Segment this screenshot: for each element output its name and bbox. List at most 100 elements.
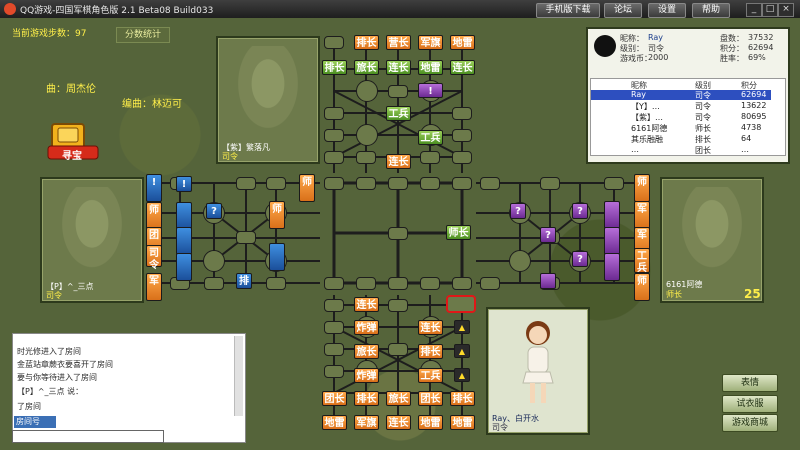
piece-west[interactable]: 军: [146, 273, 162, 301]
station[interactable]: [388, 299, 408, 312]
station[interactable]: [236, 177, 256, 190]
piece-east[interactable]: 师: [634, 273, 650, 301]
piece-north[interactable]: 军旗: [418, 35, 443, 50]
piece-south[interactable]: 地雷: [450, 415, 475, 430]
piece-east[interactable]: [540, 273, 556, 289]
piece-north[interactable]: 连长: [386, 60, 411, 75]
piece-south[interactable]: 旅长: [354, 344, 379, 359]
mobile-download-button[interactable]: 手机版下载: [536, 3, 600, 18]
station[interactable]: [452, 129, 472, 142]
piece-north[interactable]: 连长: [386, 154, 411, 169]
station[interactable]: [356, 151, 376, 164]
station[interactable]: [204, 277, 224, 290]
piece-north[interactable]: !: [418, 83, 443, 98]
piece-west[interactable]: [269, 243, 285, 271]
piece-west[interactable]: 师: [299, 174, 315, 202]
station[interactable]: [324, 36, 344, 49]
station[interactable]: [540, 177, 560, 190]
station[interactable]: [452, 107, 472, 120]
station[interactable]: [420, 151, 440, 164]
piece-center[interactable]: 师长: [446, 225, 471, 240]
piece-west[interactable]: ?: [206, 203, 222, 219]
camp[interactable]: [356, 124, 378, 146]
station[interactable]: [324, 365, 344, 378]
list-row[interactable]: 6161阿德 师长 4738: [591, 123, 771, 133]
station[interactable]: [604, 177, 624, 190]
close-button[interactable]: ×: [778, 3, 794, 17]
station[interactable]: [324, 107, 344, 120]
piece-west[interactable]: 排: [236, 273, 252, 289]
piece-west[interactable]: [176, 253, 192, 281]
station[interactable]: [388, 85, 408, 98]
chat-scrollbar[interactable]: [234, 336, 243, 416]
station[interactable]: [324, 321, 344, 334]
station[interactable]: [324, 151, 344, 164]
piece-south[interactable]: 连长: [386, 415, 411, 430]
piece-south[interactable]: 炸弹: [354, 368, 379, 383]
station[interactable]: [388, 177, 408, 190]
station[interactable]: [388, 277, 408, 290]
game-shop-button[interactable]: 游戏商城: [722, 414, 778, 432]
help-button[interactable]: 帮助: [692, 3, 730, 18]
piece-east[interactable]: ?: [572, 251, 588, 267]
piece-south[interactable]: 排长: [450, 391, 475, 406]
station[interactable]: [324, 299, 344, 312]
piece-west[interactable]: !: [146, 174, 162, 202]
maximize-button[interactable]: □: [762, 3, 778, 17]
forum-button[interactable]: 论坛: [604, 3, 642, 18]
station[interactable]: [324, 129, 344, 142]
station[interactable]: [480, 177, 500, 190]
piece-south[interactable]: 地雷: [418, 415, 443, 430]
piece-north[interactable]: 排长: [322, 60, 347, 75]
station[interactable]: [388, 227, 408, 240]
piece-south[interactable]: 连长: [418, 320, 443, 335]
station[interactable]: [452, 177, 472, 190]
piece-north[interactable]: 工兵: [418, 130, 443, 145]
piece-south[interactable]: 炸弹: [354, 320, 379, 335]
station[interactable]: [324, 343, 344, 356]
piece-east[interactable]: ?: [540, 227, 556, 243]
piece-north[interactable]: 地雷: [450, 35, 475, 50]
station[interactable]: [356, 177, 376, 190]
piece-south[interactable]: 旅长: [386, 391, 411, 406]
station[interactable]: [452, 151, 472, 164]
piece-south[interactable]: 团长: [418, 391, 443, 406]
list-row[interactable]: 【紫】… 司令 80695: [591, 112, 771, 122]
piece-east[interactable]: 师: [634, 174, 650, 202]
piece-south[interactable]: 排长: [354, 391, 379, 406]
station[interactable]: [480, 277, 500, 290]
piece-north[interactable]: 连长: [450, 60, 475, 75]
station[interactable]: [324, 177, 344, 190]
piece-west[interactable]: !: [176, 176, 192, 192]
piece-south[interactable]: 军旗: [354, 415, 379, 430]
station[interactable]: [324, 277, 344, 290]
piece-west[interactable]: 师: [146, 202, 162, 230]
piece-north[interactable]: 工兵: [386, 106, 411, 121]
station[interactable]: [356, 277, 376, 290]
piece-west[interactable]: 司令: [146, 245, 162, 271]
minimize-button[interactable]: _: [746, 3, 762, 17]
piece-east[interactable]: ?: [572, 203, 588, 219]
try-clothes-button[interactable]: 试衣服: [722, 395, 778, 413]
piece-east[interactable]: [604, 253, 620, 281]
treasure-chest-button[interactable]: 寻宝: [46, 118, 106, 163]
station[interactable]: [420, 177, 440, 190]
list-row[interactable]: 【Y】… 司令 13622: [591, 101, 771, 111]
piece-west[interactable]: 师: [269, 201, 285, 229]
chat-input[interactable]: [12, 430, 164, 443]
piece-east[interactable]: [604, 227, 620, 255]
piece-east[interactable]: ?: [510, 203, 526, 219]
piece-south[interactable]: 连长: [354, 297, 379, 312]
list-row[interactable]: 其乐融融 排长 64: [591, 134, 771, 144]
station[interactable]: [452, 277, 472, 290]
camp[interactable]: [509, 250, 531, 272]
station[interactable]: [266, 177, 286, 190]
piece-south[interactable]: 团长: [322, 391, 347, 406]
station[interactable]: [388, 343, 408, 356]
piece-west[interactable]: [176, 227, 192, 255]
selected-station[interactable]: [446, 295, 476, 313]
piece-north[interactable]: 营长: [386, 35, 411, 50]
list-row[interactable]: Ray 司令 62694: [591, 90, 771, 100]
piece-west[interactable]: [176, 202, 192, 230]
piece-south[interactable]: 工兵: [418, 368, 443, 383]
